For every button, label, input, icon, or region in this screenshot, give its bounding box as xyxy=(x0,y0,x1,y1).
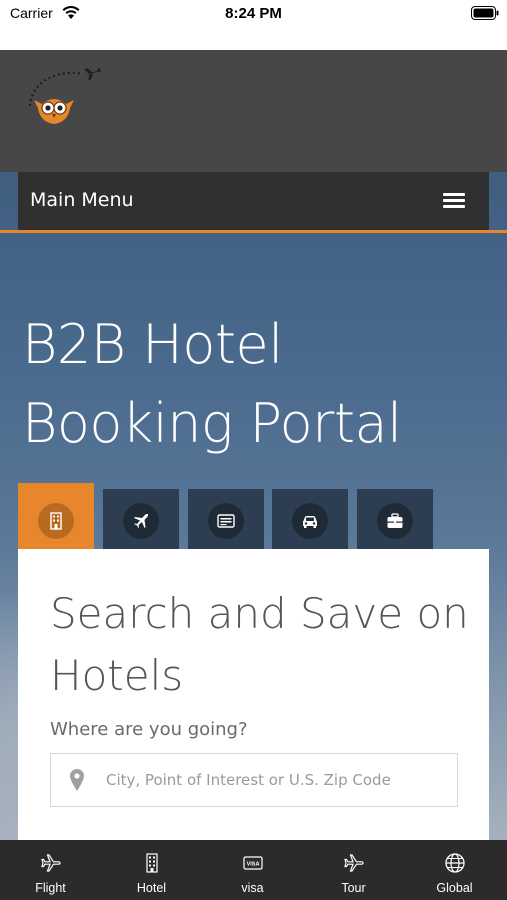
bottom-nav-flight[interactable]: Flight xyxy=(0,840,101,900)
search-card-title: Search and Save on Hotels xyxy=(50,589,469,700)
bottom-nav-label: Hotel xyxy=(136,881,167,895)
briefcase-icon xyxy=(387,513,403,528)
flight-icon xyxy=(41,854,61,872)
battery-icon xyxy=(471,6,499,20)
bottom-nav-label: visa xyxy=(241,881,264,895)
destination-label: Where are you going? xyxy=(50,719,248,740)
hero-title: B2B Hotel Booking Portal xyxy=(22,313,402,455)
car-icon xyxy=(303,516,317,528)
bottom-nav: Flight Hotel VISA visa Tour Global xyxy=(0,840,507,900)
destination-field[interactable] xyxy=(50,753,458,807)
hotel-icon xyxy=(146,853,158,873)
destination-input[interactable] xyxy=(106,754,451,805)
tab-visa[interactable] xyxy=(188,489,264,549)
location-pin-icon xyxy=(70,769,84,791)
tour-icon xyxy=(344,854,364,872)
tab-flight[interactable] xyxy=(103,489,179,549)
bottom-nav-label: Flight xyxy=(35,881,66,895)
main-menu-label: Main Menu xyxy=(30,189,134,211)
tab-tour[interactable] xyxy=(357,489,433,549)
owl-plane-logo[interactable] xyxy=(24,66,102,130)
tab-hotel[interactable] xyxy=(18,483,94,549)
svg-text:VISA: VISA xyxy=(247,862,260,868)
visa-icon: VISA xyxy=(243,856,263,870)
bottom-nav-visa[interactable]: VISA visa xyxy=(202,840,303,900)
bottom-nav-label: Tour xyxy=(341,881,366,895)
bottom-nav-label: Global xyxy=(436,881,473,895)
tab-car[interactable] xyxy=(272,489,348,549)
hotel-search-card: Search and Save on Hotels Where are you … xyxy=(18,549,489,840)
visa-card-icon xyxy=(217,514,235,528)
main-menu-bar[interactable]: Main Menu xyxy=(18,172,489,230)
bottom-nav-global[interactable]: Global xyxy=(404,840,505,900)
bottom-nav-hotel[interactable]: Hotel xyxy=(101,840,202,900)
hamburger-menu-icon[interactable] xyxy=(443,193,465,209)
globe-icon xyxy=(445,853,465,873)
status-bar: Carrier 8:24 PM xyxy=(0,0,507,50)
menu-accent-line xyxy=(0,230,507,233)
bottom-nav-tour[interactable]: Tour xyxy=(303,840,404,900)
hotel-icon xyxy=(50,512,62,530)
flight-icon xyxy=(134,514,148,528)
status-time: 8:24 PM xyxy=(225,5,282,22)
